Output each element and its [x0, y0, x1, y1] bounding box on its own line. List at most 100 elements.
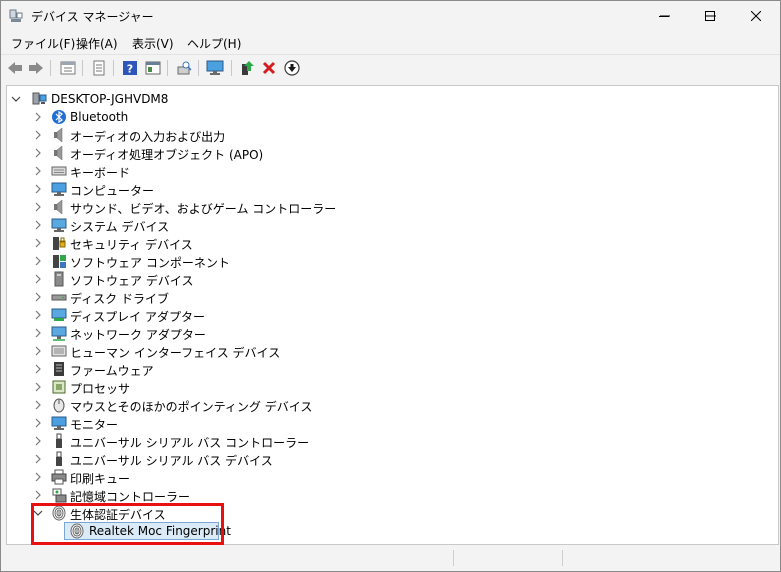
chevron-right-icon[interactable] — [33, 306, 43, 324]
chevron-right-icon[interactable] — [33, 360, 43, 378]
tree-category-label[interactable]: Bluetooth — [70, 110, 128, 124]
window-maximize-button[interactable] — [687, 1, 733, 31]
speaker-icon — [54, 145, 63, 161]
tree-category-label[interactable]: ネットワーク アダプター — [70, 326, 206, 343]
chevron-right-icon[interactable] — [33, 234, 43, 252]
firmware-icon — [54, 362, 64, 376]
tree-category-label[interactable]: オーディオの入力および出力 — [70, 128, 225, 145]
tree-category-label[interactable]: サウンド、ビデオ、およびゲーム コントローラー — [70, 200, 336, 217]
chevron-right-icon[interactable] — [33, 216, 43, 234]
tree-category-label[interactable]: キーボード — [70, 164, 130, 181]
menu-action[interactable]: 操作(A) — [76, 35, 118, 52]
chevron-right-icon[interactable] — [33, 180, 43, 198]
storage-controller-icon — [52, 488, 67, 503]
chevron-right-icon[interactable] — [33, 108, 43, 126]
menu-help[interactable]: ヘルプ(H) — [187, 35, 241, 52]
status-divider — [453, 550, 454, 566]
document-button[interactable] — [90, 59, 108, 77]
forward-button[interactable] — [27, 59, 45, 77]
chevron-right-icon[interactable] — [33, 324, 43, 342]
view-button[interactable] — [144, 59, 162, 77]
update-driver-icon — [242, 61, 254, 75]
uninstall-icon — [262, 61, 276, 75]
tree-category-label[interactable]: マウスとそのほかのポインティング デバイス — [70, 398, 312, 415]
disk-drive-icon — [51, 294, 67, 301]
tree-category-label[interactable]: オーディオ処理オブジェクト (APO) — [70, 146, 263, 163]
help-icon: ? — [123, 61, 137, 76]
hid-icon — [51, 345, 67, 357]
toolbar-separator — [167, 60, 168, 76]
tree-category-label[interactable]: ディスプレイ アダプター — [70, 308, 205, 325]
chevron-right-icon[interactable] — [33, 198, 43, 216]
svg-text:?: ? — [127, 63, 133, 76]
back-button[interactable] — [6, 59, 24, 77]
scan-hardware-button[interactable] — [175, 59, 193, 77]
monitor-button[interactable] — [206, 59, 224, 77]
toolbar-separator — [231, 60, 232, 76]
computer-icon — [51, 182, 67, 196]
document-icon — [93, 60, 105, 76]
tree-category-label[interactable]: ユニバーサル シリアル バス コントローラー — [70, 434, 309, 451]
menu-file[interactable]: ファイル(F) — [11, 35, 75, 52]
device-manager-window: デバイス マネージャー ファイル(F) 操作(A) 表示(V) ヘルプ(H) ?… — [0, 0, 781, 572]
minimize-icon — [659, 16, 669, 17]
toolbar-separator — [198, 60, 199, 76]
tree-category-label[interactable]: ソフトウェア デバイス — [70, 272, 193, 289]
disable-device-button[interactable] — [283, 59, 301, 77]
chevron-right-icon[interactable] — [33, 342, 43, 360]
computer-root-icon — [32, 92, 47, 105]
device-manager-icon — [9, 9, 23, 22]
tree-category-label[interactable]: ディスク ドライブ — [70, 290, 169, 307]
chevron-down-icon[interactable] — [11, 90, 21, 108]
tree-category-label[interactable]: ファームウェア — [70, 362, 154, 379]
system-device-icon — [51, 218, 67, 232]
device-tree: DESKTOP-JGHVDM8 Bluetooth オーディオの入力および出力 オーデ… — [6, 85, 779, 545]
back-arrow-icon — [8, 62, 22, 74]
chevron-right-icon[interactable] — [33, 396, 43, 414]
usb-icon — [56, 451, 62, 466]
scan-hardware-icon — [177, 61, 192, 75]
tree-category-label[interactable]: ヒューマン インターフェイス デバイス — [70, 344, 280, 361]
chevron-right-icon[interactable] — [33, 486, 43, 504]
tree-category-label[interactable]: セキュリティ デバイス — [70, 236, 193, 253]
disable-device-icon — [284, 60, 300, 76]
uninstall-button[interactable] — [260, 59, 278, 77]
tree-category-label[interactable]: 印刷キュー — [70, 470, 130, 487]
chevron-right-icon[interactable] — [33, 288, 43, 306]
speaker-icon — [54, 127, 63, 143]
chevron-right-icon[interactable] — [33, 144, 43, 162]
security-device-icon — [53, 237, 66, 250]
chevron-right-icon[interactable] — [33, 162, 43, 180]
properties-button[interactable] — [59, 59, 77, 77]
chevron-right-icon[interactable] — [33, 378, 43, 396]
tree-root-label[interactable]: DESKTOP-JGHVDM8 — [51, 92, 168, 106]
tree-category-label[interactable]: ソフトウェア コンポーネント — [70, 254, 230, 271]
chevron-right-icon[interactable] — [33, 450, 43, 468]
update-driver-button[interactable] — [238, 59, 256, 77]
forward-arrow-icon — [29, 62, 43, 74]
chevron-right-icon[interactable] — [33, 468, 43, 486]
status-bar — [6, 547, 777, 569]
tree-category-label[interactable]: システム デバイス — [70, 218, 169, 235]
menu-bar: ファイル(F) 操作(A) 表示(V) ヘルプ(H) — [1, 31, 780, 53]
window-title: デバイス マネージャー — [31, 10, 154, 24]
usb-icon — [56, 433, 62, 448]
menu-view[interactable]: 表示(V) — [132, 35, 174, 52]
chevron-right-icon[interactable] — [33, 432, 43, 450]
tree-category-label[interactable]: ユニバーサル シリアル バス デバイス — [70, 452, 273, 469]
software-device-icon — [54, 271, 64, 287]
maximize-icon — [705, 11, 715, 21]
chevron-right-icon[interactable] — [33, 126, 43, 144]
tree-category-label[interactable]: モニター — [70, 416, 118, 433]
toolbar: ? — [1, 54, 780, 82]
chevron-right-icon[interactable] — [33, 414, 43, 432]
tree-category-label[interactable]: コンピューター — [70, 182, 154, 199]
help-button[interactable]: ? — [121, 59, 139, 77]
chevron-right-icon[interactable] — [33, 270, 43, 288]
tree-category-label[interactable]: プロセッサ — [70, 380, 130, 397]
window-close-button[interactable] — [733, 1, 779, 31]
network-adapter-icon — [51, 326, 67, 341]
chevron-right-icon[interactable] — [33, 252, 43, 270]
toolbar-separator — [50, 60, 51, 76]
window-minimize-button[interactable] — [641, 1, 687, 31]
